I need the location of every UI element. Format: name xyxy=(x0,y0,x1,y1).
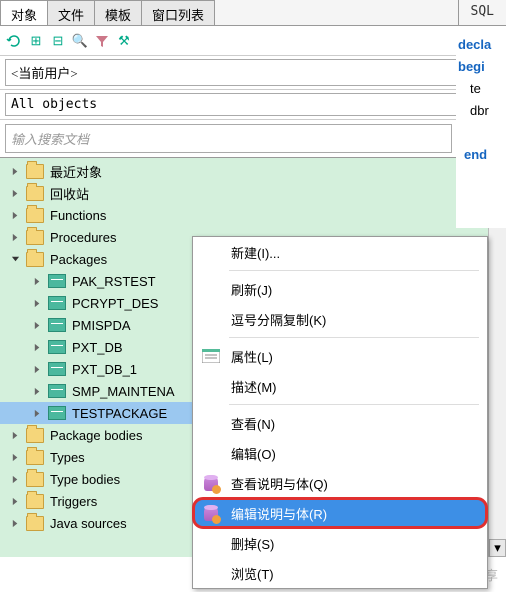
chevron-right-icon xyxy=(8,211,22,220)
toolbar: ⊞ ⊟ 🔍 ⚒ xyxy=(0,26,506,56)
context-menu: 新建(I)... 刷新(J) 逗号分隔复制(K) 属性(L) 描述(M) 查看(… xyxy=(192,236,488,589)
chevron-right-icon xyxy=(30,387,44,396)
folder-icon xyxy=(26,516,44,531)
chevron-right-icon xyxy=(8,167,22,176)
chevron-right-icon xyxy=(8,431,22,440)
tree-node-recycle[interactable]: 回收站 xyxy=(0,182,488,204)
chevron-right-icon xyxy=(30,321,44,330)
menu-describe[interactable]: 描述(M) xyxy=(193,371,487,401)
folder-icon xyxy=(26,252,44,267)
chevron-right-icon xyxy=(8,233,22,242)
menu-edit[interactable]: 编辑(O) xyxy=(193,438,487,468)
plus-icon[interactable]: ⊞ xyxy=(28,33,44,49)
menu-separator xyxy=(229,270,479,271)
chevron-right-icon xyxy=(30,409,44,418)
chevron-right-icon xyxy=(8,453,22,462)
object-filter-dropdown[interactable]: All objects xyxy=(5,93,501,116)
binoculars-icon[interactable]: 🔍 xyxy=(72,33,88,49)
folder-icon xyxy=(26,164,44,179)
package-icon xyxy=(48,406,66,420)
menu-browse[interactable]: 浏览(T) xyxy=(193,558,487,588)
scroll-down-icon[interactable]: ▾ xyxy=(489,539,506,557)
menu-view-spec-body[interactable]: 查看说明与体(Q) xyxy=(193,468,487,498)
chevron-right-icon xyxy=(8,189,22,198)
menu-view[interactable]: 查看(N) xyxy=(193,408,487,438)
chevron-right-icon xyxy=(8,497,22,506)
folder-icon xyxy=(26,472,44,487)
minus-icon[interactable]: ⊟ xyxy=(50,33,66,49)
tree-node-recent[interactable]: 最近对象 xyxy=(0,160,488,182)
chevron-right-icon xyxy=(30,343,44,352)
user-dropdown[interactable]: <当前用户> xyxy=(5,59,501,86)
package-icon xyxy=(48,340,66,354)
folder-icon xyxy=(26,208,44,223)
menu-refresh[interactable]: 刷新(J) xyxy=(193,274,487,304)
scroll-track[interactable] xyxy=(489,176,506,539)
menu-copy-csv[interactable]: 逗号分隔复制(K) xyxy=(193,304,487,334)
package-icon xyxy=(48,384,66,398)
folder-icon xyxy=(26,230,44,245)
tree-node-functions[interactable]: Functions xyxy=(0,204,488,226)
chevron-right-icon xyxy=(30,365,44,374)
code-editor[interactable]: decla begi te dbr end xyxy=(456,28,506,228)
tools-icon[interactable]: ⚒ xyxy=(116,33,132,49)
menu-edit-spec-body[interactable]: 编辑说明与体(R) xyxy=(193,498,487,528)
tab-sql[interactable]: SQL xyxy=(458,0,506,25)
chevron-down-icon xyxy=(8,255,22,264)
package-icon xyxy=(48,274,66,288)
menu-new[interactable]: 新建(I)... xyxy=(193,237,487,267)
folder-icon xyxy=(26,186,44,201)
chevron-right-icon xyxy=(8,519,22,528)
filter-icon[interactable] xyxy=(94,33,110,49)
menu-separator xyxy=(229,337,479,338)
folder-icon xyxy=(26,450,44,465)
tab-objects[interactable]: 对象 xyxy=(0,0,48,25)
package-icon xyxy=(48,362,66,376)
menu-delete[interactable]: 删掉(S) xyxy=(193,528,487,558)
tab-bar: 对象 文件 模板 窗口列表 SQL xyxy=(0,0,506,26)
properties-icon xyxy=(201,346,221,366)
tab-window-list[interactable]: 窗口列表 xyxy=(141,0,215,25)
tab-template[interactable]: 模板 xyxy=(94,0,142,25)
menu-properties[interactable]: 属性(L) xyxy=(193,341,487,371)
database-icon xyxy=(201,503,221,523)
folder-icon xyxy=(26,494,44,509)
refresh-icon[interactable] xyxy=(6,33,22,49)
folder-icon xyxy=(26,428,44,443)
tab-file[interactable]: 文件 xyxy=(47,0,95,25)
package-icon xyxy=(48,296,66,310)
search-input[interactable]: 输入搜索文档 xyxy=(5,124,452,153)
chevron-right-icon xyxy=(8,475,22,484)
chevron-right-icon xyxy=(30,299,44,308)
package-icon xyxy=(48,318,66,332)
menu-separator xyxy=(229,404,479,405)
database-icon xyxy=(201,473,221,493)
chevron-right-icon xyxy=(30,277,44,286)
